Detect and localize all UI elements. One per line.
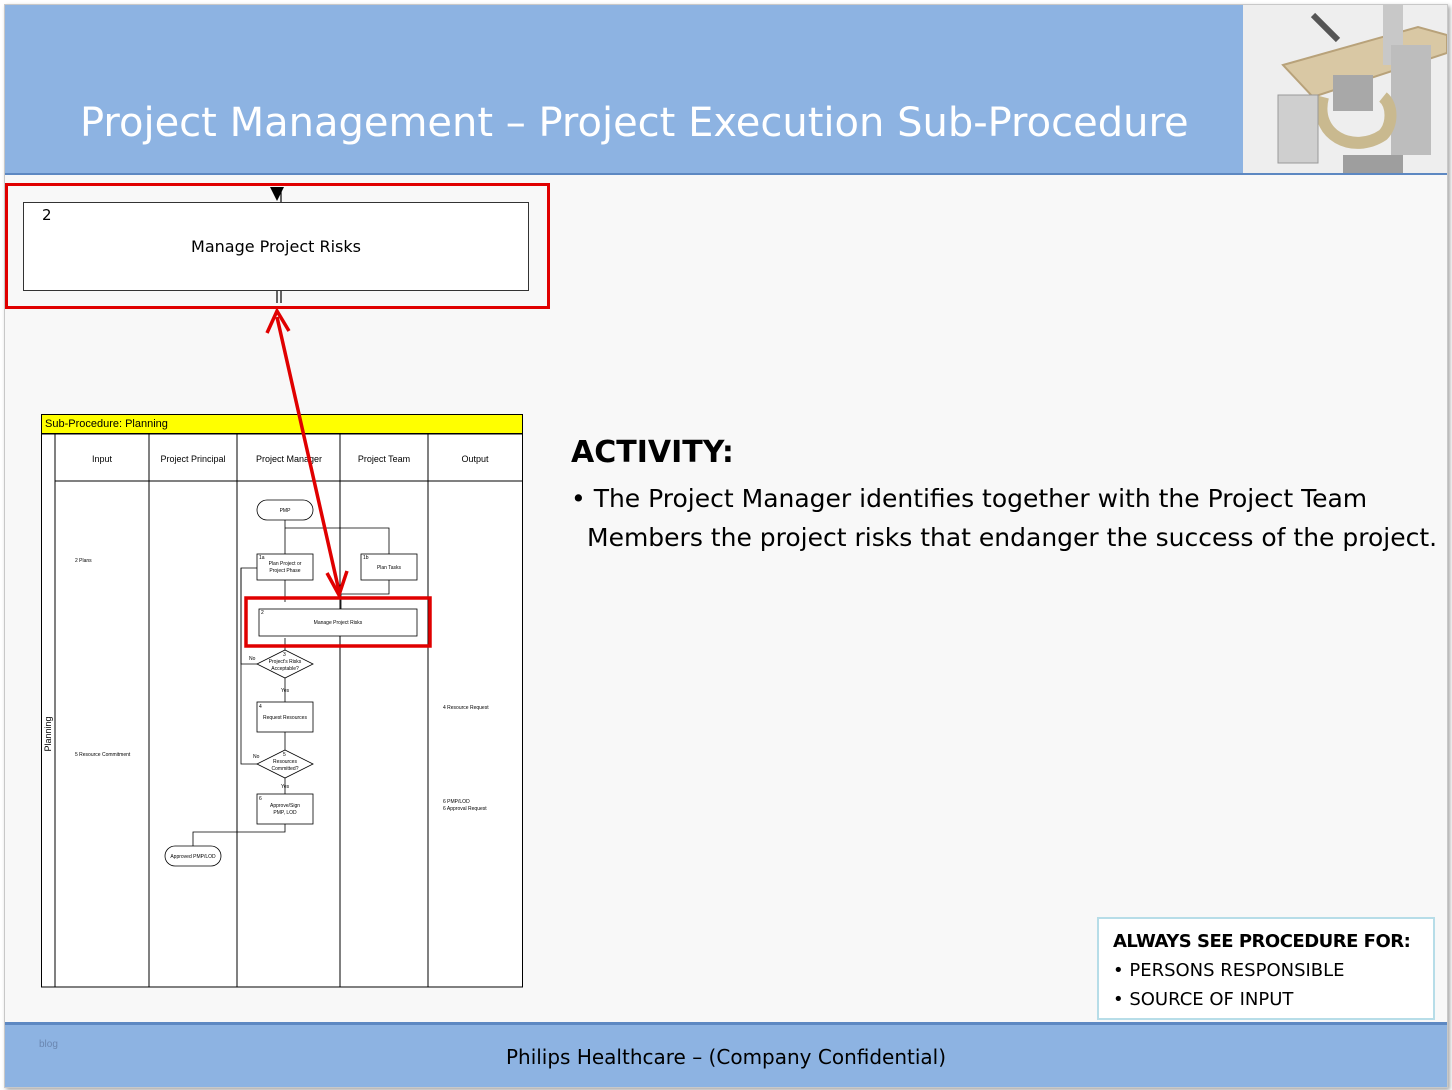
footer-bar: blog Philips Healthcare – (Company Confi… — [5, 1022, 1447, 1087]
footer-text: Philips Healthcare – (Company Confidenti… — [505, 1045, 947, 1069]
slide: Project Management – Project Execution S… — [4, 4, 1448, 1088]
activity-bullet: • The Project Manager identifies togethe… — [571, 484, 1438, 552]
procedure-heading: ALWAYS SEE PROCEDURE FOR: — [1113, 931, 1411, 952]
procedure-item-persons: • PERSONS RESPONSIBLE — [1113, 960, 1345, 981]
activity-heading: ACTIVITY: — [571, 435, 734, 470]
procedure-box: ALWAYS SEE PROCEDURE FOR: • PERSONS RESP… — [1097, 917, 1435, 1020]
procedure-item-source: • SOURCE OF INPUT — [1113, 989, 1294, 1010]
